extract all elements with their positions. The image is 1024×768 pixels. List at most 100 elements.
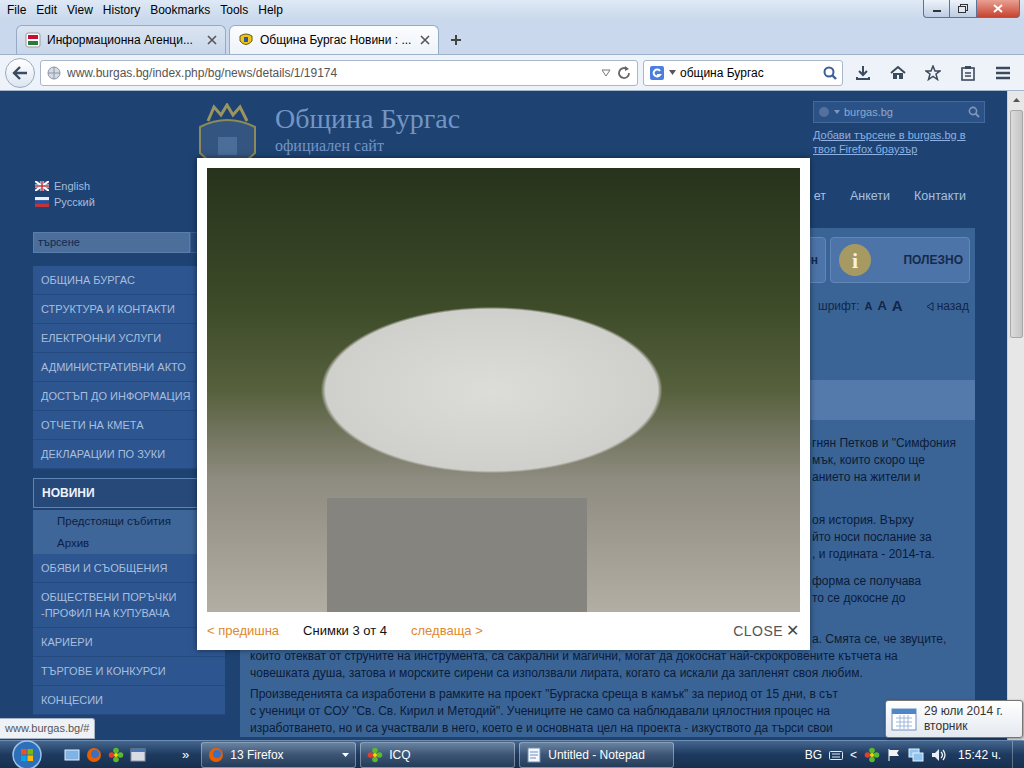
tab-close-icon[interactable] xyxy=(420,35,430,45)
show-desktop-icon[interactable] xyxy=(64,747,80,763)
network-icon[interactable] xyxy=(908,748,924,762)
top-nav-link[interactable]: Контакти xyxy=(914,187,966,206)
menu-item[interactable]: Edit xyxy=(31,0,62,20)
history-dropdown-icon[interactable] xyxy=(601,69,611,77)
add-search-link[interactable]: Добави търсене в burgas.bg в твоя Firefo… xyxy=(813,128,985,156)
tab-label[interactable]: Община Бургас Новини : ... xyxy=(260,31,414,49)
icq-tray-icon[interactable] xyxy=(864,747,880,763)
action-center-flag-icon[interactable] xyxy=(887,748,901,762)
site-title[interactable]: Община Бургас xyxy=(275,103,460,135)
firefox-icon[interactable] xyxy=(86,747,102,763)
lightbox-close-button[interactable]: CLOSE✕ xyxy=(733,619,800,643)
bookmark-button[interactable] xyxy=(918,59,948,87)
home-button[interactable] xyxy=(883,59,913,87)
menu-item[interactable]: History xyxy=(98,0,145,20)
address-text[interactable]: www.burgas.bg/index.php/bg/news/details/… xyxy=(67,64,595,82)
next-photo-link[interactable]: следваща > xyxy=(411,621,483,641)
library-button[interactable] xyxy=(953,59,983,87)
new-tab-button[interactable] xyxy=(442,26,470,54)
volume-icon[interactable] xyxy=(931,748,947,762)
sidebar-item-label[interactable]: Предстоящи събития xyxy=(57,515,171,527)
search-text[interactable]: община Бургас xyxy=(680,64,819,82)
back-link[interactable]: назад xyxy=(926,297,969,315)
scroll-thumb[interactable] xyxy=(1010,110,1023,338)
quick-link-label[interactable]: ПОЛЕЗНО xyxy=(903,251,963,269)
article-line-text: анието на жители и xyxy=(812,470,920,484)
quick-link-label[interactable]: н xyxy=(811,251,818,269)
sidebar-item-label[interactable]: КАРИЕРИ xyxy=(41,636,93,648)
menu-item[interactable]: Help xyxy=(253,0,288,20)
taskbar-button-label[interactable]: 13 Firefox xyxy=(230,746,336,764)
language-label[interactable]: English xyxy=(54,178,90,195)
sidebar-item[interactable]: ТЪРГОВЕ И КОНКУРСИ xyxy=(33,657,225,686)
minimize-button[interactable] xyxy=(923,0,950,18)
engine-dropdown-icon xyxy=(834,110,840,114)
menu-item[interactable]: Tools xyxy=(215,0,253,20)
tab-label[interactable]: Информационна Агенци... xyxy=(47,31,201,49)
magnifier-icon[interactable] xyxy=(823,66,837,80)
close-window-button[interactable] xyxy=(977,0,1020,18)
top-nav-link[interactable]: Анкети xyxy=(850,187,890,206)
sidebar-item-label[interactable]: АДМИНИСТРАТИВНИ АКТО xyxy=(41,361,186,373)
back-button[interactable] xyxy=(5,58,35,88)
keyboard-icon[interactable] xyxy=(829,750,843,760)
sidebar-item-label[interactable]: ЕЛЕКТРОННИ УСЛУГИ xyxy=(41,332,161,344)
header-search-input[interactable] xyxy=(844,104,964,121)
start-button[interactable] xyxy=(0,741,54,768)
tray-expand-button[interactable]: < xyxy=(850,746,857,764)
sidebar-item-label[interactable]: ДЕКЛАРАЦИИ ПО ЗУКИ xyxy=(41,448,165,460)
sidebar-item-label[interactable]: ОБЩИНА БУРГАС xyxy=(41,274,135,286)
font-size-button[interactable]: A xyxy=(864,298,872,315)
tab-close-icon[interactable] xyxy=(207,35,217,45)
sidebar-item-label[interactable]: НОВИНИ xyxy=(42,486,95,500)
restore-button[interactable] xyxy=(950,0,977,18)
clock[interactable]: 15:42 ч. xyxy=(958,746,1001,764)
back-link-label[interactable]: назад xyxy=(937,297,969,315)
icq-flower-icon[interactable] xyxy=(108,747,124,763)
close-label[interactable]: CLOSE xyxy=(733,621,783,642)
magnifier-icon[interactable] xyxy=(968,106,980,118)
browser-tab[interactable]: Информационна Агенци... xyxy=(16,25,226,54)
sidebar-item-label[interactable]: Архив xyxy=(57,537,89,549)
font-size-button[interactable]: A xyxy=(892,295,903,318)
sidebar-item-label[interactable]: ОБЯВИ И СЪОБЩЕНИЯ xyxy=(41,562,167,574)
address-bar[interactable]: www.burgas.bg/index.php/bg/news/details/… xyxy=(40,60,638,86)
scroll-up-button[interactable] xyxy=(1008,91,1024,108)
sidebar-search-input[interactable] xyxy=(33,232,190,253)
previous-photo-link[interactable]: < предишна xyxy=(207,621,279,641)
menu-button[interactable] xyxy=(988,59,1018,87)
top-nav-link[interactable]: ет xyxy=(814,187,826,206)
sidebar-item-label[interactable]: ДОСТЪП ДО ИНФОРМАЦИЯ xyxy=(41,390,191,402)
taskbar-button[interactable]: ICQ xyxy=(360,742,515,768)
sidebar-item-label[interactable]: СТРУКТУРА И КОНТАКТИ xyxy=(41,303,175,315)
taskbar-button-label[interactable]: Untitled - Notepad xyxy=(548,746,667,764)
menu-item[interactable]: Bookmarks xyxy=(145,0,215,20)
article-line-text: йто носи послание за xyxy=(812,530,932,544)
font-size-button[interactable]: A xyxy=(877,296,886,316)
article-line-text: с ученици от СОУ "Св. Св. Кирил и Методи… xyxy=(250,704,830,718)
taskbar-button[interactable]: 13 Firefox xyxy=(201,742,356,768)
language-label[interactable]: Русский xyxy=(54,194,95,211)
menu-item[interactable]: View xyxy=(62,0,98,20)
window-app-icon[interactable] xyxy=(130,747,146,763)
input-language[interactable]: BG xyxy=(805,746,822,764)
calendar-icon xyxy=(891,707,917,731)
sidebar-item-label[interactable]: ОБЩЕСТВЕНИ ПОРЪЧКИ -ПРОФИЛ НА КУПУВАЧА xyxy=(41,591,176,619)
taskbar-button-label[interactable]: ICQ xyxy=(389,746,508,764)
more-items-chevron[interactable]: » xyxy=(182,745,189,765)
article-line: Произведенията са изработени в рамките н… xyxy=(250,686,975,703)
search-bar[interactable]: община Бургас xyxy=(643,60,843,86)
menu-item[interactable]: File xyxy=(2,0,31,20)
taskbar-button[interactable]: Untitled - Notepad xyxy=(519,742,674,768)
reload-icon[interactable] xyxy=(617,66,631,80)
show-desktop-button[interactable] xyxy=(1012,741,1024,768)
quick-link[interactable]: iПОЛЕЗНО xyxy=(830,237,970,283)
article-paragraph: Произведенията са изработени в рамките н… xyxy=(250,686,975,737)
sidebar-item-label[interactable]: ТЪРГОВЕ И КОНКУРСИ xyxy=(41,665,166,677)
browser-tab[interactable]: Община Бургас Новини : ... xyxy=(229,25,439,54)
close-x-icon[interactable]: ✕ xyxy=(786,619,800,643)
sidebar-item-label[interactable]: ОТЧЕТИ НА КМЕТА xyxy=(41,419,144,431)
sidebar-item[interactable]: КОНЦЕСИИ xyxy=(33,686,225,715)
sidebar-item-label[interactable]: КОНЦЕСИИ xyxy=(41,694,103,706)
downloads-button[interactable] xyxy=(848,59,878,87)
